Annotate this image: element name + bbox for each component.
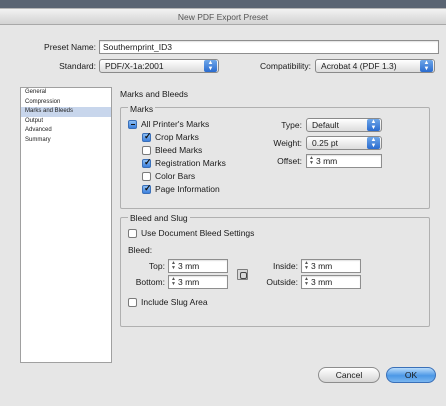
bleed-outside-label: Outside:: [266, 277, 298, 287]
checkbox-checked-icon: [142, 131, 152, 142]
checkbox-checked-icon: [142, 183, 152, 194]
stepper-arrows-icon[interactable]: ▲ ▼: [170, 261, 177, 271]
export-preset-dialog: New PDF Export Preset Preset Name: South…: [0, 8, 446, 406]
bleed-outside-row: Outside: ▲ ▼ 3 mm: [262, 275, 361, 289]
cancel-button[interactable]: Cancel: [318, 367, 380, 383]
standard-label: Standard:: [59, 61, 96, 71]
bleed-label: Bleed:: [128, 245, 153, 255]
bleed-top-stepper[interactable]: ▲ ▼ 3 mm: [168, 259, 228, 273]
bleed-marks-checkbox[interactable]: Bleed Marks: [142, 145, 202, 155]
checkbox-unchecked-icon: [128, 297, 137, 307]
weight-label: Weight:: [273, 138, 302, 148]
include-slug-checkbox[interactable]: Include Slug Area: [128, 297, 208, 307]
use-document-bleed-label: Use Document Bleed Settings: [141, 228, 255, 238]
weight-value: 0.25 pt: [312, 138, 338, 148]
compatibility-label: Compatibility:: [260, 61, 312, 71]
compatibility-row: Compatibility: Acrobat 4 (PDF 1.3) ▲ ▼: [260, 59, 436, 73]
include-slug-label: Include Slug Area: [141, 297, 208, 307]
offset-value: 3 mm: [316, 156, 338, 166]
bleed-bottom-row: Bottom: ▲ ▼ 3 mm: [135, 275, 228, 289]
sidebar-item-summary[interactable]: Summary: [21, 136, 111, 146]
type-select[interactable]: Default ▲ ▼: [306, 118, 382, 132]
popup-arrows-icon: ▲ ▼: [420, 60, 434, 72]
popup-arrows-icon: ▲ ▼: [367, 119, 380, 131]
offset-row: Offset: ▲ ▼ 3 mm: [270, 154, 382, 168]
checkbox-unchecked-icon: [142, 145, 151, 155]
stepper-arrows-icon[interactable]: ▲ ▼: [303, 277, 310, 287]
sidebar-item-compression[interactable]: Compression: [21, 98, 111, 108]
bleed-top-value: 3 mm: [178, 261, 200, 271]
bleed-outside-value: 3 mm: [311, 277, 333, 287]
sidebar-item-advanced[interactable]: Advanced: [21, 126, 111, 136]
compatibility-value: Acrobat 4 (PDF 1.3): [321, 61, 397, 71]
category-list: General Compression Marks and Bleeds Out…: [20, 87, 112, 363]
offset-label: Offset:: [277, 156, 302, 166]
ok-button[interactable]: OK: [386, 367, 436, 383]
page-information-label: Page Information: [155, 184, 220, 194]
standard-value: PDF/X-1a:2001: [105, 61, 164, 71]
crop-marks-label: Crop Marks: [155, 132, 199, 142]
all-printers-marks-checkbox[interactable]: All Printer's Marks: [128, 119, 209, 129]
bleed-inside-stepper[interactable]: ▲ ▼ 3 mm: [301, 259, 361, 273]
all-printers-marks-label: All Printer's Marks: [141, 119, 210, 129]
window-title: New PDF Export Preset: [0, 9, 446, 25]
type-label: Type:: [281, 120, 302, 130]
offset-stepper[interactable]: ▲ ▼ 3 mm: [306, 154, 382, 168]
bleed-inside-label: Inside:: [272, 261, 298, 271]
stepper-arrows-icon[interactable]: ▲ ▼: [170, 277, 177, 287]
bleed-bottom-value: 3 mm: [178, 277, 200, 287]
use-document-bleed-checkbox[interactable]: Use Document Bleed Settings: [128, 228, 254, 238]
checkbox-checked-icon: [142, 157, 152, 168]
registration-marks-checkbox[interactable]: Registration Marks: [142, 157, 226, 168]
popup-arrows-icon: ▲ ▼: [204, 60, 217, 72]
chain-link-icon[interactable]: [237, 269, 248, 280]
sidebar-item-output[interactable]: Output: [21, 117, 111, 127]
type-value: Default: [312, 120, 339, 130]
registration-marks-label: Registration Marks: [155, 158, 226, 168]
bleed-inside-row: Inside: ▲ ▼ 3 mm: [262, 259, 361, 273]
compatibility-select[interactable]: Acrobat 4 (PDF 1.3) ▲ ▼: [315, 59, 436, 73]
standard-row: Standard: PDF/X-1a:2001 ▲ ▼: [34, 59, 219, 73]
bleed-bottom-stepper[interactable]: ▲ ▼ 3 mm: [168, 275, 228, 289]
bleed-inside-value: 3 mm: [311, 261, 333, 271]
sidebar-item-general[interactable]: General: [21, 88, 111, 98]
checkbox-mixed-icon: [128, 119, 137, 129]
marks-group-title: Marks: [128, 104, 156, 114]
stepper-arrows-icon[interactable]: ▲ ▼: [303, 261, 310, 271]
standard-select[interactable]: PDF/X-1a:2001 ▲ ▼: [99, 59, 219, 73]
bleed-top-label: Top:: [148, 261, 165, 271]
bleed-marks-label: Bleed Marks: [155, 145, 203, 155]
panel-title: Marks and Bleeds: [120, 89, 189, 99]
bleed-top-row: Top: ▲ ▼ 3 mm: [135, 259, 228, 273]
checkbox-unchecked-icon: [142, 171, 151, 181]
sidebar-item-marks-and-bleeds[interactable]: Marks and Bleeds: [21, 107, 111, 117]
weight-row: Weight: 0.25 pt ▲ ▼: [270, 136, 382, 150]
page-information-checkbox[interactable]: Page Information: [142, 183, 220, 194]
crop-marks-checkbox[interactable]: Crop Marks: [142, 131, 199, 142]
color-bars-checkbox[interactable]: Color Bars: [142, 171, 195, 181]
preset-name-row: Preset Name: Southernprint_ID3: [34, 40, 439, 54]
preset-name-label: Preset Name:: [44, 42, 96, 52]
type-row: Type: Default ▲ ▼: [270, 118, 382, 132]
weight-select[interactable]: 0.25 pt ▲ ▼: [306, 136, 382, 150]
preset-name-field[interactable]: Southernprint_ID3: [99, 40, 439, 54]
bleed-outside-stepper[interactable]: ▲ ▼ 3 mm: [301, 275, 361, 289]
bleed-slug-group-title: Bleed and Slug: [128, 213, 190, 223]
checkbox-unchecked-icon: [128, 228, 137, 238]
popup-arrows-icon: ▲ ▼: [367, 137, 380, 149]
bleed-bottom-label: Bottom:: [135, 277, 165, 287]
stepper-arrows-icon[interactable]: ▲ ▼: [308, 156, 315, 166]
color-bars-label: Color Bars: [155, 171, 196, 181]
